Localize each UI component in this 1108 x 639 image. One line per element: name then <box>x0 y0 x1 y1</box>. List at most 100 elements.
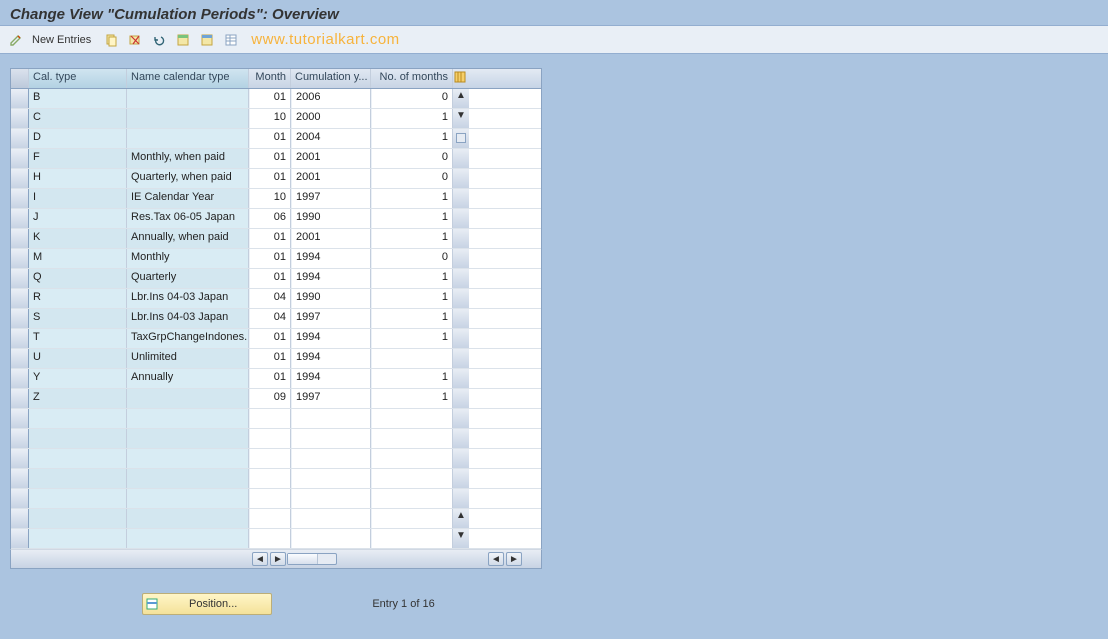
cell-no-months[interactable]: 0 <box>371 149 453 168</box>
col-header-no-months[interactable]: No. of months <box>371 69 453 88</box>
cell-cal-type[interactable]: U <box>29 349 127 368</box>
col-header-cal-type[interactable]: Cal. type <box>29 69 127 88</box>
row-selector[interactable] <box>11 349 29 368</box>
cell-no-months[interactable] <box>371 449 453 468</box>
row-selector[interactable] <box>11 229 29 248</box>
deselect-all-icon[interactable] <box>197 30 217 50</box>
cell-year[interactable] <box>291 529 371 548</box>
cell-month[interactable] <box>249 509 291 528</box>
scroll-up-icon[interactable]: ▲ <box>453 89 469 108</box>
cell-cal-type[interactable]: R <box>29 289 127 308</box>
table-row[interactable]: C1020001▼ <box>11 109 541 129</box>
cell-year[interactable]: 1994 <box>291 329 371 348</box>
table-row[interactable] <box>11 429 541 449</box>
table-row[interactable]: IIE Calendar Year1019971 <box>11 189 541 209</box>
cell-month[interactable] <box>249 429 291 448</box>
table-row[interactable]: YAnnually0119941 <box>11 369 541 389</box>
cell-year[interactable]: 2006 <box>291 89 371 108</box>
cell-no-months[interactable]: 1 <box>371 389 453 408</box>
cell-name[interactable] <box>127 529 249 548</box>
cell-month[interactable]: 09 <box>249 389 291 408</box>
undo-icon[interactable] <box>149 30 169 50</box>
table-settings-icon[interactable] <box>221 30 241 50</box>
cell-name[interactable]: Unlimited <box>127 349 249 368</box>
cell-month[interactable]: 01 <box>249 169 291 188</box>
cell-year[interactable]: 1994 <box>291 249 371 268</box>
scroll-track[interactable] <box>287 553 337 565</box>
row-selector[interactable] <box>11 129 29 148</box>
cell-month[interactable]: 01 <box>249 269 291 288</box>
row-selector[interactable] <box>11 509 29 528</box>
table-row[interactable]: UUnlimited011994 <box>11 349 541 369</box>
row-selector[interactable] <box>11 249 29 268</box>
table-row[interactable]: TTaxGrpChangeIndones.0119941 <box>11 329 541 349</box>
cell-cal-type[interactable]: K <box>29 229 127 248</box>
row-selector[interactable] <box>11 209 29 228</box>
toggle-edit-icon[interactable] <box>6 30 26 50</box>
scroll-up-bottom-icon[interactable]: ▲ <box>453 509 469 528</box>
cell-no-months[interactable]: 1 <box>371 109 453 128</box>
table-row[interactable]: B0120060▲ <box>11 89 541 109</box>
row-selector[interactable] <box>11 149 29 168</box>
cell-name[interactable] <box>127 469 249 488</box>
scroll-down-bottom-icon[interactable]: ▼ <box>453 529 469 548</box>
cell-month[interactable] <box>249 529 291 548</box>
cell-cal-type[interactable] <box>29 509 127 528</box>
cell-name[interactable] <box>127 429 249 448</box>
cell-no-months[interactable] <box>371 349 453 368</box>
cell-no-months[interactable] <box>371 429 453 448</box>
scroll-left-icon[interactable]: ◄ <box>252 552 268 566</box>
table-row[interactable]: KAnnually, when paid0120011 <box>11 229 541 249</box>
cell-name[interactable]: Lbr.Ins 04-03 Japan <box>127 309 249 328</box>
cell-year[interactable] <box>291 509 371 528</box>
cell-year[interactable] <box>291 489 371 508</box>
row-selector[interactable] <box>11 89 29 108</box>
cell-year[interactable]: 1997 <box>291 309 371 328</box>
cell-year[interactable]: 2001 <box>291 169 371 188</box>
table-row[interactable]: Z0919971 <box>11 389 541 409</box>
cell-no-months[interactable]: 1 <box>371 289 453 308</box>
cell-cal-type[interactable]: B <box>29 89 127 108</box>
cell-year[interactable]: 2001 <box>291 229 371 248</box>
cell-cal-type[interactable] <box>29 449 127 468</box>
cell-year[interactable]: 1997 <box>291 389 371 408</box>
scroll-last-icon[interactable]: ► <box>506 552 522 566</box>
cell-name[interactable] <box>127 449 249 468</box>
cell-cal-type[interactable]: F <box>29 149 127 168</box>
cell-no-months[interactable]: 1 <box>371 209 453 228</box>
cell-name[interactable]: TaxGrpChangeIndones. <box>127 329 249 348</box>
col-header-month[interactable]: Month <box>249 69 291 88</box>
cell-no-months[interactable]: 1 <box>371 229 453 248</box>
cell-no-months[interactable]: 1 <box>371 129 453 148</box>
cell-name[interactable] <box>127 89 249 108</box>
cell-month[interactable]: 06 <box>249 209 291 228</box>
cell-no-months[interactable]: 1 <box>371 269 453 288</box>
cell-cal-type[interactable]: D <box>29 129 127 148</box>
position-button[interactable]: Position... <box>142 593 272 615</box>
cell-no-months[interactable] <box>371 529 453 548</box>
scroll-right-icon[interactable]: ► <box>270 552 286 566</box>
new-entries-button[interactable]: New Entries <box>30 34 97 46</box>
cell-cal-type[interactable] <box>29 429 127 448</box>
cell-month[interactable]: 01 <box>249 129 291 148</box>
cell-month[interactable]: 01 <box>249 349 291 368</box>
cell-name[interactable]: Quarterly, when paid <box>127 169 249 188</box>
copy-icon[interactable] <box>101 30 121 50</box>
cell-month[interactable]: 01 <box>249 329 291 348</box>
cell-year[interactable]: 1994 <box>291 269 371 288</box>
cell-month[interactable]: 01 <box>249 249 291 268</box>
cell-year[interactable]: 2000 <box>291 109 371 128</box>
cell-cal-type[interactable] <box>29 489 127 508</box>
select-all-icon[interactable] <box>173 30 193 50</box>
cell-no-months[interactable] <box>371 509 453 528</box>
cell-cal-type[interactable]: J <box>29 209 127 228</box>
row-selector[interactable] <box>11 389 29 408</box>
cell-no-months[interactable]: 0 <box>371 89 453 108</box>
col-header-cum-year[interactable]: Cumulation y... <box>291 69 371 88</box>
row-selector[interactable] <box>11 289 29 308</box>
col-header-name[interactable]: Name calendar type <box>127 69 249 88</box>
cell-cal-type[interactable]: Y <box>29 369 127 388</box>
cell-name[interactable] <box>127 409 249 428</box>
cell-cal-type[interactable] <box>29 469 127 488</box>
cell-year[interactable]: 1990 <box>291 289 371 308</box>
